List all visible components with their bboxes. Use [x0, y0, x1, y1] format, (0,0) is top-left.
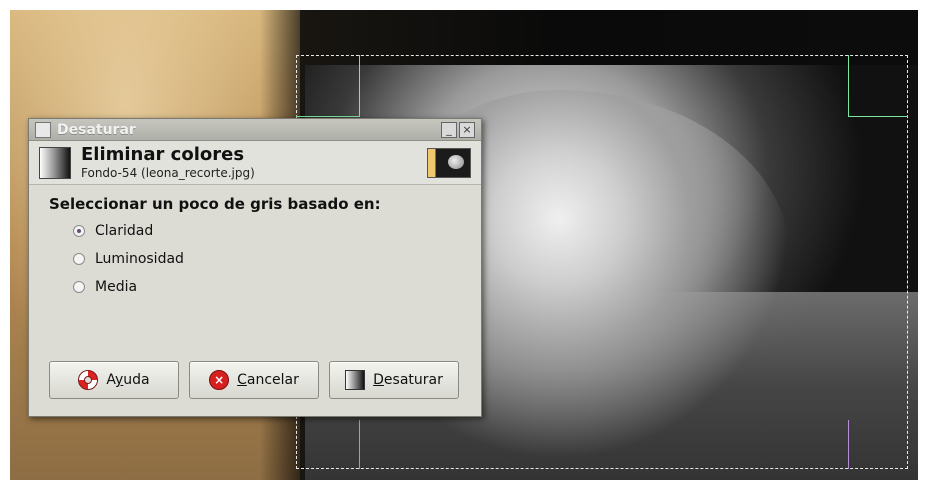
dialog-header: Eliminar colores Fondo-54 (leona_recorte…	[29, 141, 481, 185]
help-label-prefix: A	[106, 372, 115, 388]
cancel-label-mnemonic: C	[237, 372, 247, 388]
close-button[interactable]: ×	[459, 121, 475, 138]
help-label-rest: uda	[123, 372, 150, 388]
cancel-button[interactable]: × Cancelar	[189, 361, 319, 399]
help-button[interactable]: Ayuda	[49, 361, 179, 399]
cancel-label-rest: ancelar	[246, 372, 299, 388]
guide-line	[359, 420, 360, 469]
desaturate-label-mnemonic: D	[373, 372, 384, 388]
dialog-body: Seleccionar un poco de gris basado en: C…	[29, 185, 481, 295]
lifebuoy-icon	[78, 370, 99, 390]
option-label: Claridad	[95, 223, 154, 239]
radio-icon[interactable]	[73, 225, 85, 237]
guide-line	[296, 116, 359, 117]
image-thumbnail-icon	[427, 147, 471, 178]
desaturate-button[interactable]: Desaturar	[329, 361, 459, 399]
header-subtitle: Fondo-54 (leona_recorte.jpg)	[81, 166, 255, 180]
cancel-label: Cancelar	[237, 372, 299, 388]
window-icon	[35, 121, 51, 138]
guide-line	[359, 55, 360, 117]
dialog-buttons: Ayuda × Cancelar Desaturar	[49, 361, 463, 401]
minimize-button[interactable]: _	[441, 121, 457, 138]
dialog-titlebar[interactable]: Desaturar _ ×	[29, 119, 481, 141]
option-label: Luminosidad	[95, 251, 184, 267]
guide-line	[848, 420, 849, 469]
header-text: Eliminar colores Fondo-54 (leona_recorte…	[81, 144, 427, 181]
radio-icon[interactable]	[73, 281, 85, 293]
desaturate-icon	[39, 146, 71, 179]
guide-line	[848, 116, 908, 117]
option-media[interactable]: Media	[73, 279, 461, 295]
desaturate-dialog: Desaturar _ × Eliminar colores Fondo-54 …	[28, 118, 482, 417]
options-question: Seleccionar un poco de gris basado en:	[49, 195, 381, 213]
desaturate-label: Desaturar	[373, 372, 443, 388]
radio-icon[interactable]	[73, 253, 85, 265]
cancel-icon: ×	[209, 370, 230, 390]
desaturate-label-rest: esaturar	[383, 372, 443, 388]
option-claridad[interactable]: Claridad	[73, 223, 461, 239]
header-title: Eliminar colores	[81, 144, 245, 165]
dialog-title: Desaturar	[57, 121, 136, 138]
option-luminosidad[interactable]: Luminosidad	[73, 251, 461, 267]
desaturate-icon	[345, 370, 366, 390]
guide-line	[848, 55, 849, 117]
help-label: Ayuda	[106, 372, 149, 388]
option-label: Media	[95, 279, 138, 295]
